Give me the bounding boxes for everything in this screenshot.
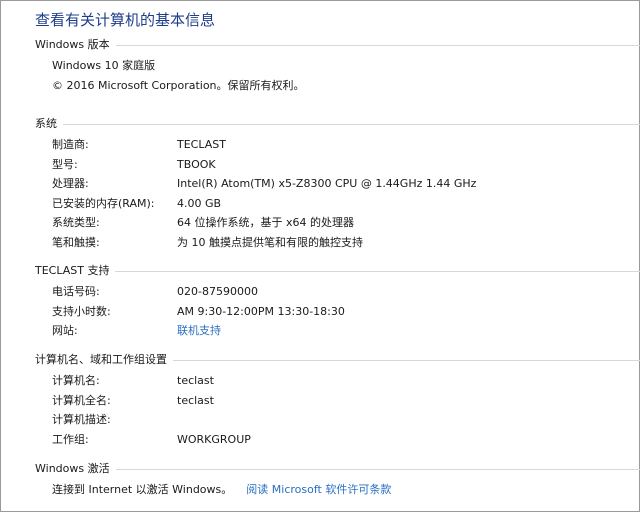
computer-row-name: 计算机名: teclast (35, 374, 640, 388)
row-label: 计算机描述: (52, 413, 111, 426)
section-windows-edition: Windows 版本 Windows 10 家庭版 © 2016 Microso… (35, 38, 640, 92)
system-row-type: 系统类型: 64 位操作系统，基于 x64 的处理器 (35, 216, 640, 230)
section-title: TECLAST 支持 (35, 264, 116, 278)
row-label: 系统类型: (52, 216, 100, 229)
row-label: 计算机名: (52, 374, 100, 387)
computer-row-description: 计算机描述: (35, 413, 640, 427)
row-value: 4.00 GB (177, 197, 222, 210)
section-divider (35, 45, 640, 46)
section-title: 系统 (35, 117, 63, 131)
row-value: TECLAST (177, 138, 226, 151)
row-value: 64 位操作系统，基于 x64 的处理器 (177, 216, 354, 229)
section-support: TECLAST 支持 电话号码: 020-87590000 支持小时数: AM … (35, 264, 640, 337)
section-header: 计算机名、域和工作组设置 (35, 353, 640, 367)
section-divider (35, 469, 640, 470)
online-support-link[interactable]: 联机支持 (177, 324, 221, 338)
row-label: 制造商: (52, 138, 89, 151)
system-row-manufacturer: 制造商: TECLAST (35, 138, 640, 152)
activation-status: 连接到 Internet 以激活 Windows。 (52, 483, 233, 496)
support-row-phone: 电话号码: 020-87590000 (35, 285, 640, 299)
section-divider (35, 271, 640, 272)
row-value: teclast (177, 374, 214, 387)
row-label: 工作组: (52, 433, 89, 446)
section-header: Windows 版本 (35, 38, 640, 52)
row-label: 网站: (52, 324, 78, 337)
row-label: 计算机全名: (52, 394, 111, 407)
computer-row-workgroup: 工作组: WORKGROUP (35, 433, 640, 447)
system-row-pen-touch: 笔和触摸: 为 10 触摸点提供笔和有限的触控支持 (35, 236, 640, 250)
system-row-processor: 处理器: Intel(R) Atom(TM) x5-Z8300 CPU @ 1.… (35, 177, 640, 191)
support-row-hours: 支持小时数: AM 9:30-12:00PM 13:30-18:30 (35, 305, 640, 319)
section-title: Windows 激活 (35, 462, 116, 476)
row-label: 型号: (52, 158, 78, 171)
row-value: teclast (177, 394, 214, 407)
copyright-text: © 2016 Microsoft Corporation。保留所有权利。 (52, 79, 305, 92)
row-value: AM 9:30-12:00PM 13:30-18:30 (177, 305, 345, 318)
section-system: 系统 制造商: TECLAST 型号: TBOOK 处理器: Intel(R) … (35, 117, 640, 249)
activation-line: 连接到 Internet 以激活 Windows。 阅读 Microsoft 软件… (52, 483, 391, 497)
system-row-model: 型号: TBOOK (35, 158, 640, 172)
row-label: 处理器: (52, 177, 89, 190)
row-value: WORKGROUP (177, 433, 251, 446)
row-label: 已安装的内存(RAM): (52, 197, 155, 210)
section-header: 系统 (35, 117, 640, 131)
page-title: 查看有关计算机的基本信息 (35, 11, 216, 29)
section-header: TECLAST 支持 (35, 264, 640, 278)
activation-row: 连接到 Internet 以激活 Windows。 阅读 Microsoft 软件… (35, 483, 640, 497)
row-value: Intel(R) Atom(TM) x5-Z8300 CPU @ 1.44GHz… (177, 177, 477, 190)
copyright-row: © 2016 Microsoft Corporation。保留所有权利。 (35, 79, 640, 93)
section-windows-activation: Windows 激活 连接到 Internet 以激活 Windows。 阅读 M… (35, 462, 640, 496)
computer-row-full-name: 计算机全名: teclast (35, 394, 640, 408)
section-computer-name: 计算机名、域和工作组设置 计算机名: teclast 计算机全名: teclas… (35, 353, 640, 446)
row-label: 笔和触摸: (52, 236, 100, 249)
edition-row: Windows 10 家庭版 (35, 59, 640, 73)
section-title: Windows 版本 (35, 38, 116, 52)
edition-name: Windows 10 家庭版 (52, 59, 156, 72)
row-value: 020-87590000 (177, 285, 258, 298)
row-label: 支持小时数: (52, 305, 111, 318)
section-title: 计算机名、域和工作组设置 (35, 353, 173, 367)
row-value: 为 10 触摸点提供笔和有限的触控支持 (177, 236, 363, 249)
system-row-ram: 已安装的内存(RAM): 4.00 GB (35, 197, 640, 211)
row-value: TBOOK (177, 158, 216, 171)
section-divider (35, 124, 640, 125)
section-header: Windows 激活 (35, 462, 640, 476)
support-row-website: 网站: 联机支持 (35, 324, 640, 338)
license-terms-link[interactable]: 阅读 Microsoft 软件许可条款 (246, 483, 391, 496)
row-label: 电话号码: (52, 285, 100, 298)
